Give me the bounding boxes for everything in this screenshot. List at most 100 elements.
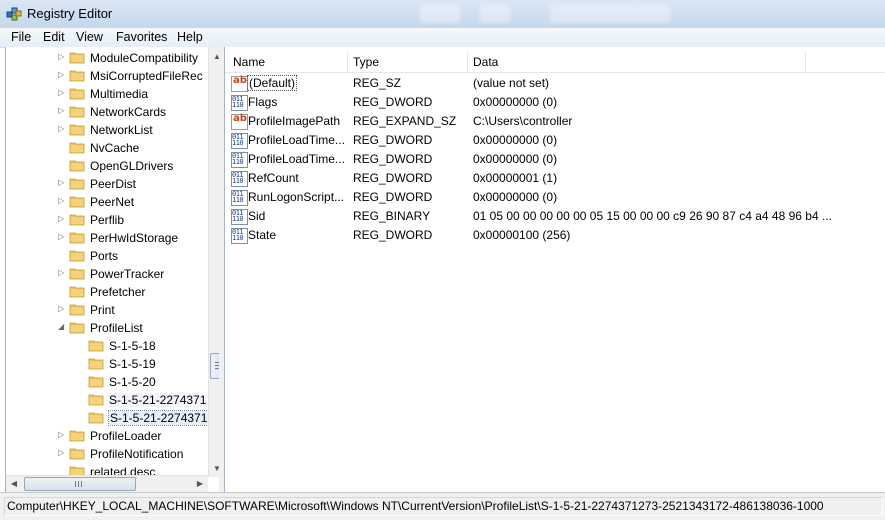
value-name: RunLogonScript...	[248, 190, 345, 204]
tree-item[interactable]: ◢ ProfileList	[6, 319, 206, 337]
collapse-arrow-icon[interactable]: ◢	[58, 322, 66, 332]
value-row[interactable]: 011 110 RunLogonScript... REG_DWORD 0x00000…	[225, 188, 885, 207]
expand-arrow-icon[interactable]: ▷	[58, 268, 66, 278]
expand-arrow-icon[interactable]: ▷	[58, 214, 66, 224]
expand-arrow-icon[interactable]: ▷	[58, 178, 66, 188]
value-name: ProfileLoadTime...	[248, 152, 345, 166]
tree-horizontal-scrollbar[interactable]: ◀ ▶	[6, 475, 208, 492]
expand-arrow-icon[interactable]: ▷	[58, 196, 66, 206]
value-row[interactable]: 011 110 Flags REG_DWORD 0x00000000 (0)	[225, 93, 885, 112]
tree-item-label: PerHwIdStorage	[90, 231, 179, 245]
tree-item[interactable]: Prefetcher	[6, 283, 206, 301]
folder-icon	[88, 394, 104, 406]
value-row[interactable]: ab (Default) REG_SZ (value not set)	[225, 74, 885, 93]
value-name: Sid	[248, 209, 266, 223]
column-name[interactable]: Name	[233, 55, 265, 69]
expand-arrow-icon[interactable]: ▷	[58, 232, 66, 242]
column-type[interactable]: Type	[353, 55, 379, 69]
value-name: Flags	[248, 95, 278, 109]
tree-item[interactable]: Ports	[6, 247, 206, 265]
values-list[interactable]: Name Type Data ab (Default) REG_SZ (value n…	[224, 47, 885, 492]
tree-item-label: Ports	[90, 249, 119, 263]
tree-item[interactable]: ▷ NetworkCards	[6, 103, 206, 121]
registry-tree[interactable]: ▷ ModuleCompatibility ▷ MsiCorruptedFileRec…	[5, 47, 221, 493]
expand-arrow-icon[interactable]: ▷	[58, 304, 66, 314]
menu-view[interactable]: View	[73, 30, 106, 44]
expand-arrow-icon[interactable]: ▷	[58, 88, 66, 98]
binary-value-icon: 011 110	[231, 95, 248, 111]
key-path: Computer\HKEY_LOCAL_MACHINE\SOFTWARE\Mic…	[4, 497, 883, 516]
tree-item[interactable]: ▷ PeerDist	[6, 175, 206, 193]
tree-item-label: S-1-5-18	[109, 339, 156, 353]
expand-arrow-icon[interactable]: ▷	[58, 70, 66, 80]
value-row[interactable]: 011 110 Sid REG_BINARY 01 05 00 00 00 00 00…	[225, 207, 885, 226]
value-type: REG_SZ	[353, 76, 402, 90]
expand-arrow-icon[interactable]: ▷	[58, 124, 66, 134]
tree-item[interactable]: ▷ ProfileLoader	[6, 427, 206, 445]
folder-icon	[69, 70, 85, 82]
tree-item[interactable]: ▷ NetworkList	[6, 121, 206, 139]
value-row[interactable]: 011 110 RefCount REG_DWORD 0x00000001 (1)	[225, 169, 885, 188]
expand-arrow-icon[interactable]: ▷	[58, 430, 66, 440]
value-type: REG_DWORD	[353, 152, 433, 166]
value-name: ProfileLoadTime...	[248, 133, 345, 147]
value-row[interactable]: 011 110 ProfileLoadTime... REG_DWORD 0x0000…	[225, 131, 885, 150]
tree-item-label: ProfileLoader	[90, 429, 162, 443]
tree-item[interactable]: NvCache	[6, 139, 206, 157]
value-name: ProfileImagePath	[248, 114, 341, 128]
scroll-thumb[interactable]	[24, 477, 136, 491]
menu-help[interactable]: Help	[174, 30, 206, 44]
scroll-right-arrow-icon[interactable]: ▶	[192, 476, 208, 492]
status-bar: Computer\HKEY_LOCAL_MACHINE\SOFTWARE\Mic…	[0, 492, 885, 520]
folder-icon	[69, 250, 85, 262]
tree-item[interactable]: ▷ Multimedia	[6, 85, 206, 103]
expand-arrow-icon[interactable]: ▷	[58, 448, 66, 458]
value-type: REG_BINARY	[353, 209, 431, 223]
tree-item[interactable]: S-1-5-18	[6, 337, 206, 355]
tree-item[interactable]: S-1-5-19	[6, 355, 206, 373]
tree-item[interactable]: ▷ PowerTracker	[6, 265, 206, 283]
menu-edit[interactable]: Edit	[40, 30, 68, 44]
tree-item[interactable]: ▷ PerHwIdStorage	[6, 229, 206, 247]
value-data: 0x00000100 (256)	[473, 228, 571, 242]
value-row[interactable]: ab ProfileImagePath REG_EXPAND_SZ C:\Users\…	[225, 112, 885, 131]
tree-item[interactable]: S-1-5-21-2274371	[6, 409, 210, 427]
scroll-left-arrow-icon[interactable]: ◀	[6, 476, 22, 492]
binary-value-icon: 011 110	[231, 133, 248, 149]
value-type: REG_EXPAND_SZ	[353, 114, 457, 128]
value-row[interactable]: 011 110 ProfileLoadTime... REG_DWORD 0x0000…	[225, 150, 885, 169]
tree-item-label: PeerNet	[90, 195, 135, 209]
value-row[interactable]: 011 110 State REG_DWORD 0x00000100 (256)	[225, 226, 885, 245]
tree-item[interactable]: ▷ Perflib	[6, 211, 206, 229]
tree-item-label: NetworkList	[90, 123, 153, 137]
expand-arrow-icon[interactable]: ▷	[58, 106, 66, 116]
folder-icon	[88, 340, 104, 352]
value-data: C:\Users\controller	[473, 114, 573, 128]
tree-item[interactable]: ▷ ProfileNotification	[6, 445, 206, 463]
folder-icon	[88, 412, 104, 424]
string-value-icon: ab	[231, 113, 248, 130]
value-data: 0x00000000 (0)	[473, 152, 558, 166]
folder-icon	[69, 214, 85, 226]
window-title: Registry Editor	[27, 6, 113, 21]
menu-file[interactable]: File	[8, 30, 34, 44]
value-data: 0x00000000 (0)	[473, 133, 558, 147]
list-header: Name Type Data	[225, 51, 885, 73]
tree-item-label: S-1-5-21-2274371	[109, 393, 207, 407]
column-data[interactable]: Data	[473, 55, 498, 69]
tree-item[interactable]: ▷ MsiCorruptedFileRec	[6, 67, 206, 85]
tree-item-label: NetworkCards	[90, 105, 167, 119]
tree-item-label: ModuleCompatibility	[90, 51, 199, 65]
title-bar[interactable]: Registry Editor	[0, 0, 885, 28]
folder-icon	[69, 448, 85, 460]
tree-item[interactable]: S-1-5-20	[6, 373, 206, 391]
tree-item[interactable]: ▷ Print	[6, 301, 206, 319]
tree-item[interactable]: ▷ PeerNet	[6, 193, 206, 211]
folder-icon	[69, 142, 85, 154]
tree-item[interactable]: ▷ ModuleCompatibility	[6, 49, 206, 67]
menu-favorites[interactable]: Favorites	[113, 30, 170, 44]
tree-item[interactable]: S-1-5-21-2274371	[6, 391, 207, 409]
folder-icon	[69, 160, 85, 172]
tree-item[interactable]: OpenGLDrivers	[6, 157, 206, 175]
expand-arrow-icon[interactable]: ▷	[58, 52, 66, 62]
